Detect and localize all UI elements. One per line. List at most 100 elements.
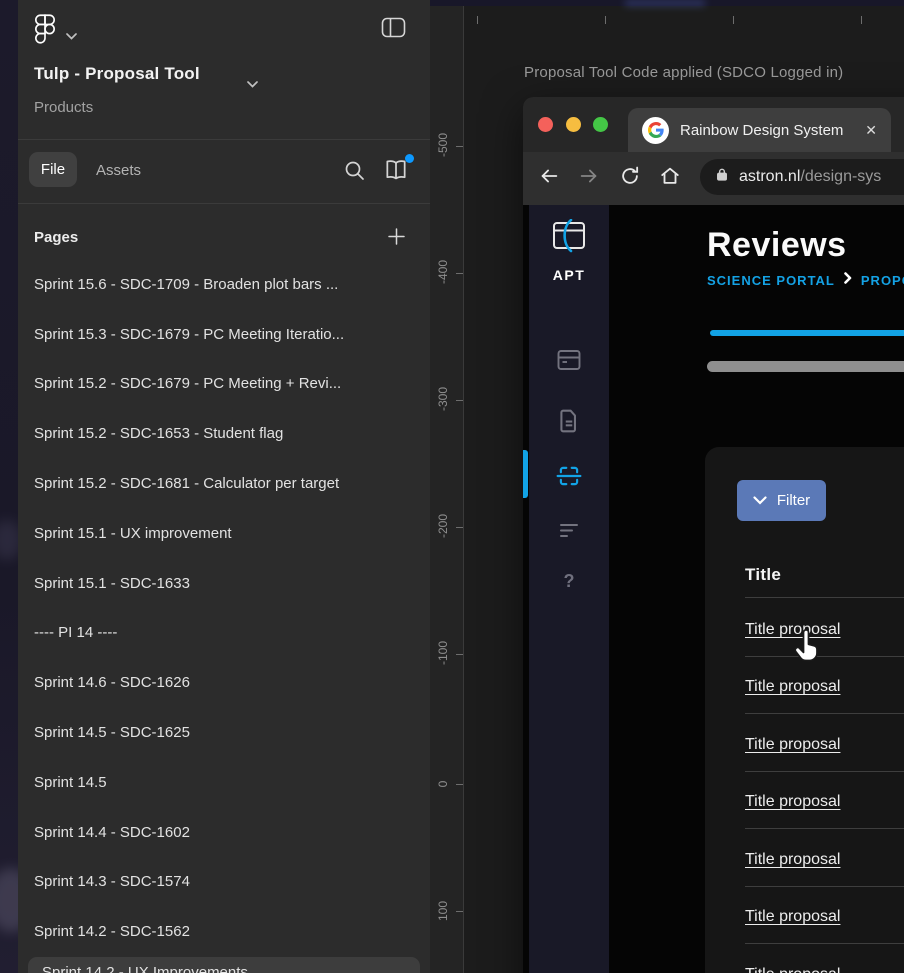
proposal-link[interactable]: Title proposal <box>745 907 840 927</box>
page-item[interactable]: Sprint 15.3 - SDC-1679 - PC Meeting Iter… <box>34 325 420 345</box>
page-item[interactable]: Sprint 15.6 - SDC-1709 - Broaden plot ba… <box>34 275 420 295</box>
screen: Tulp - Proposal Tool Products File Asset… <box>0 0 904 973</box>
proposal-link[interactable]: Title proposal <box>745 965 840 973</box>
frame-label[interactable]: Proposal Tool Code applied (SDCO Logged … <box>524 64 843 81</box>
breadcrumb-chevron-icon <box>844 271 852 289</box>
apt-logo-icon[interactable] <box>550 219 588 260</box>
file-title-chevron-icon[interactable] <box>247 75 258 93</box>
ruler-v-label: -100 <box>436 637 450 669</box>
ruler-v-tick <box>456 527 463 528</box>
figma-logo-icon[interactable] <box>34 13 56 50</box>
ruler-v-tick <box>456 911 463 912</box>
ruler-v-tick <box>456 654 463 655</box>
ruler-v-label: 100 <box>436 895 450 927</box>
ruler-v-tick <box>456 146 463 147</box>
page-item[interactable]: Sprint 14.3 - SDC-1574 <box>34 872 420 892</box>
page-item[interactable]: Sprint 14.2 - SDC-1562 <box>34 922 420 942</box>
project-name[interactable]: Products <box>34 99 93 116</box>
chevron-down-icon <box>753 492 767 509</box>
ruler-v-label: -200 <box>436 510 450 542</box>
browser-titlebar: Rainbow Design System ✕ <box>523 97 904 152</box>
main-menu-chevron-icon[interactable] <box>66 27 77 45</box>
page-item[interactable]: Sprint 15.2 - SDC-1653 - Student flag <box>34 424 420 444</box>
ruler-v-tick <box>456 273 463 274</box>
table-divider <box>745 597 904 598</box>
browser-viewport: APT <box>523 205 904 973</box>
column-header-title: Title <box>745 565 781 585</box>
google-favicon <box>642 117 669 144</box>
breadcrumb-proposals[interactable]: PROPOS <box>861 273 904 288</box>
close-traffic-light[interactable] <box>538 117 553 132</box>
app-sidebar: APT <box>529 205 609 973</box>
browser-window: Rainbow Design System ✕ <box>523 97 904 973</box>
tab-assets[interactable]: Assets <box>96 162 141 179</box>
hand-cursor <box>791 628 821 668</box>
row-divider <box>745 713 904 714</box>
library-book-icon[interactable] <box>383 157 409 187</box>
page-item-selected[interactable]: Sprint 14.2 - UX Improvements <box>28 957 420 973</box>
row-divider <box>745 943 904 944</box>
address-bar[interactable]: astron.nl /design-sys <box>700 159 904 195</box>
breadcrumb-science-portal[interactable]: SCIENCE PORTAL <box>707 273 835 288</box>
row-divider <box>745 771 904 772</box>
page-item[interactable]: Sprint 15.1 - UX improvement <box>34 524 420 544</box>
file-title[interactable]: Tulp - Proposal Tool <box>34 64 200 84</box>
page-item[interactable]: ---- PI 14 ---- <box>34 623 420 643</box>
home-icon[interactable] <box>659 165 681 192</box>
nav-reviews-icon[interactable] <box>556 463 582 494</box>
row-divider <box>745 828 904 829</box>
row-divider <box>745 656 904 657</box>
page-item[interactable]: Sprint 14.6 - SDC-1626 <box>34 673 420 693</box>
ruler-v-label: 0 <box>436 768 450 800</box>
divider <box>18 139 430 140</box>
browser-tab[interactable]: Rainbow Design System ✕ <box>628 108 891 152</box>
back-icon[interactable] <box>538 165 560 192</box>
filter-button[interactable]: Filter <box>737 480 826 521</box>
proposal-link[interactable]: Title proposal <box>745 677 840 697</box>
maximize-traffic-light[interactable] <box>593 117 608 132</box>
ruler-h-tick <box>733 16 734 24</box>
nav-help-icon[interactable]: ? <box>529 571 609 592</box>
add-page-icon[interactable] <box>385 225 408 253</box>
url-path: /design-sys <box>800 168 881 186</box>
ruler-v-tick <box>456 400 463 401</box>
search-icon[interactable] <box>343 159 366 187</box>
lock-icon <box>715 167 729 187</box>
active-nav-indicator <box>523 450 528 498</box>
page-item[interactable]: Sprint 15.2 - SDC-1679 - PC Meeting + Re… <box>34 374 420 394</box>
breadcrumb: SCIENCE PORTAL PROPOS <box>707 271 904 289</box>
page-item[interactable]: Sprint 14.4 - SDC-1602 <box>34 823 420 843</box>
pages-header: Pages <box>34 229 78 246</box>
page-item[interactable]: Sprint 15.1 - SDC-1633 <box>34 574 420 594</box>
nav-list-icon[interactable] <box>556 519 582 548</box>
nav-document-icon[interactable] <box>556 408 582 439</box>
forward-icon[interactable] <box>578 165 600 192</box>
ruler-v-label: -500 <box>436 129 450 161</box>
proposal-link[interactable]: Title proposal <box>745 792 840 812</box>
reload-icon[interactable] <box>619 165 641 192</box>
notification-dot <box>405 154 414 163</box>
progress-bar-cyan <box>710 330 904 336</box>
app-content: Reviews SCIENCE PORTAL PROPOS <box>609 205 904 973</box>
reviews-card: Filter Title Title proposal Title propos… <box>705 447 904 973</box>
tab-file[interactable]: File <box>29 152 77 187</box>
wallpaper-glow <box>625 0 705 6</box>
page-item[interactable]: Sprint 14.5 <box>34 773 420 793</box>
page-item[interactable]: Sprint 15.2 - SDC-1681 - Calculator per … <box>34 474 420 494</box>
apt-logo-text[interactable]: APT <box>529 267 609 283</box>
figma-left-panel: Tulp - Proposal Tool Products File Asset… <box>18 0 430 973</box>
nav-overview-icon[interactable] <box>556 348 582 377</box>
tab-close-icon[interactable]: ✕ <box>865 122 877 139</box>
toggle-sidebar-icon[interactable] <box>381 16 406 44</box>
ruler-h-tick <box>861 16 862 24</box>
figma-canvas[interactable]: 1200 1300 1400 1500 -500 -400 -300 -200 … <box>430 0 904 973</box>
browser-toolbar: astron.nl /design-sys <box>523 152 904 205</box>
page-item[interactable]: Sprint 14.5 - SDC-1625 <box>34 723 420 743</box>
page-title: Reviews <box>707 226 847 265</box>
tab-title: Rainbow Design System <box>680 122 857 139</box>
proposal-link[interactable]: Title proposal <box>745 735 840 755</box>
url-domain: astron.nl <box>739 168 800 186</box>
proposal-link[interactable]: Title proposal <box>745 850 840 870</box>
minimize-traffic-light[interactable] <box>566 117 581 132</box>
scrollbar-gray[interactable] <box>707 361 904 372</box>
